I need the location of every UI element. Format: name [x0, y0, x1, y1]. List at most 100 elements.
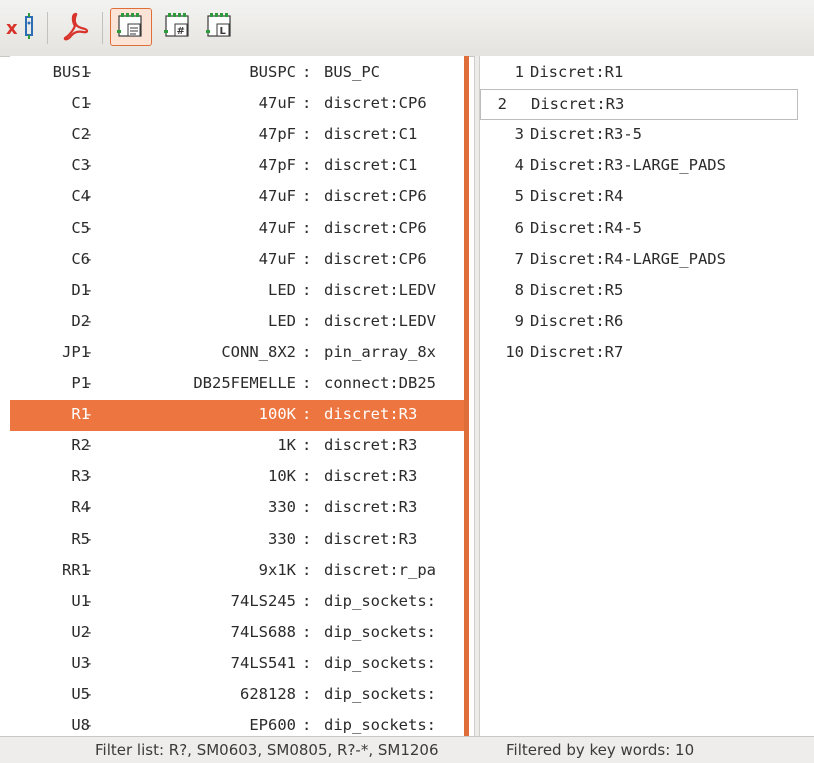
footprint-number: 2 — [497, 95, 507, 114]
footprint-row[interactable]: 9 Discret:R6 — [480, 307, 814, 338]
component-row[interactable]: R5-330: discret:R3 — [10, 525, 468, 556]
toolbar-separator — [47, 12, 48, 44]
component-value: 330 — [268, 529, 296, 548]
component-value: 47pF — [258, 156, 296, 175]
component-row[interactable]: JP1- CONN_8X2: pin_array_8x — [10, 338, 468, 369]
component-value: 9x1K — [258, 560, 296, 579]
component-colon: : — [302, 374, 312, 392]
filter-by-pin-count-button[interactable]: # — [158, 8, 198, 46]
component-row[interactable]: D1- LED: discret:LEDV — [10, 276, 468, 307]
pdf-icon — [63, 12, 89, 41]
component-footprint: discret:R3 — [324, 529, 418, 548]
footprint-name: Discret:R5 — [530, 280, 624, 299]
footprint-row[interactable]: 2 Discret:R3 — [480, 89, 798, 121]
component-dash: - — [84, 436, 94, 455]
footprint-name: Discret:R3 — [531, 95, 625, 114]
svg-text:L: L — [220, 26, 227, 37]
footprint-name: Discret:R3-5 — [530, 125, 642, 144]
component-colon: : — [302, 125, 312, 144]
footprint-number: 8 — [514, 280, 524, 299]
component-row[interactable]: BUS1- BUSPC: BUS_PC — [10, 58, 468, 89]
filter-by-pin-count-icon: # — [164, 13, 189, 37]
footprint-number: 9 — [514, 311, 524, 330]
footprint-row[interactable]: 10 Discret:R7 — [480, 338, 814, 369]
component-footprint: discret:C1 — [324, 125, 418, 144]
component-value: DB25FEMELLE — [193, 374, 296, 392]
component-row[interactable]: C6-47uF: discret:CP6 — [10, 245, 468, 276]
component-value: 330 — [268, 498, 296, 517]
footprint-name: Discret:R4-5 — [530, 218, 642, 237]
footprint-row[interactable]: 1 Discret:R1 — [480, 58, 814, 89]
component-row[interactable]: C2-47pF: discret:C1 — [10, 120, 468, 151]
component-value: CONN_8X2 — [221, 342, 296, 361]
component-value: LED — [268, 311, 296, 330]
status-bar: Filter list: R?, SM0603, SM0805, R?-*, S… — [0, 736, 814, 763]
component-row[interactable]: RR1-9x1K: discret:r_pa — [10, 556, 468, 587]
component-footprint: connect:DB25 — [324, 374, 436, 392]
component-dash: - — [84, 498, 94, 517]
component-row[interactable]: U2-74LS688: dip_sockets: — [10, 618, 468, 649]
footprint-row[interactable]: 4 Discret:R3-LARGE_PADS — [480, 151, 814, 182]
component-dash: - — [84, 685, 94, 703]
footprint-row[interactable]: 5 Discret:R4 — [480, 182, 814, 213]
component-row[interactable]: C1-47uF: discret:CP6 — [10, 89, 468, 120]
component-value: 1K — [277, 436, 296, 455]
filter-by-keywords-button[interactable] — [110, 8, 152, 46]
filter-by-library-button[interactable]: L — [200, 8, 240, 46]
component-value: EP600 — [249, 716, 296, 735]
component-row[interactable]: U1-74LS245: dip_sockets: — [10, 587, 468, 618]
component-row[interactable]: C3-47pF: discret:C1 — [10, 151, 468, 182]
component-dash: - — [84, 716, 94, 735]
component-colon: : — [302, 187, 312, 206]
component-footprint: dip_sockets: — [324, 653, 436, 672]
component-footprint: dip_sockets: — [324, 622, 436, 641]
components-scrollbar[interactable] — [464, 56, 469, 736]
footprint-row[interactable]: 6 Discret:R4-5 — [480, 214, 814, 245]
component-row[interactable]: R4-330: discret:R3 — [10, 493, 468, 524]
component-value: 47uF — [258, 218, 296, 237]
component-row[interactable]: R1-100K: discret:R3 — [10, 400, 468, 432]
component-dash: - — [84, 342, 94, 361]
component-colon: : — [302, 405, 312, 424]
component-footprint: discret:CP6 — [324, 94, 427, 113]
component-row[interactable]: U5-628128: dip_sockets: — [10, 680, 468, 711]
component-footprint: discret:LEDV — [324, 280, 436, 299]
components-list[interactable]: BUS1- BUSPC: BUS_PC C1-47uF: discret:CP6 C2-4… — [10, 56, 468, 736]
component-row[interactable]: U8- EP600: dip_sockets: — [10, 711, 468, 736]
component-colon: : — [302, 311, 312, 330]
component-colon: : — [302, 218, 312, 237]
component-footprint: discret:R3 — [324, 498, 418, 517]
component-colon: : — [302, 156, 312, 175]
component-value: 74LS245 — [230, 591, 296, 610]
component-row[interactable]: C5-47uF: discret:CP6 — [10, 214, 468, 245]
footprints-list[interactable]: 1 Discret:R1 2 Discret:R3 3 Discret:R3-5 4 Disc… — [480, 56, 814, 736]
footprint-number: 3 — [514, 125, 524, 144]
pdf-button[interactable] — [56, 8, 96, 46]
component-colon: : — [302, 436, 312, 455]
component-footprint: discret:R3 — [324, 436, 418, 455]
component-colon: : — [302, 498, 312, 517]
component-row[interactable]: C4-47uF: discret:CP6 — [10, 182, 468, 213]
component-row[interactable]: D2- LED: discret:LEDV — [10, 307, 468, 338]
footprint-number: 10 — [505, 342, 524, 361]
component-dash: - — [84, 156, 94, 175]
footprint-name: Discret:R7 — [530, 342, 624, 361]
component-colon: : — [302, 716, 312, 735]
footprint-row[interactable]: 8 Discret:R5 — [480, 276, 814, 307]
component-row[interactable]: U3-74LS541: dip_sockets: — [10, 649, 468, 680]
component-footprint: discret:R3 — [324, 405, 418, 424]
component-row[interactable]: P1- DB25FEMELLE: connect:DB25 — [10, 369, 468, 400]
footprint-row[interactable]: 7 Discret:R4-LARGE_PADS — [480, 245, 814, 276]
footprint-number: 7 — [514, 249, 524, 268]
status-filtered-count: Filtered by key words: 10 — [506, 741, 695, 759]
component-row[interactable]: R2-1K: discret:R3 — [10, 431, 468, 462]
component-dash: - — [84, 653, 94, 672]
component-colon: : — [302, 94, 312, 113]
component-footprint: discret:CP6 — [324, 187, 427, 206]
footprint-row[interactable]: 3 Discret:R3-5 — [480, 120, 814, 151]
component-colon: : — [302, 342, 312, 361]
component-dash: - — [84, 94, 94, 113]
component-dash: - — [84, 374, 94, 392]
export-netlist-button[interactable]: x — [0, 8, 44, 46]
component-row[interactable]: R3-10K: discret:R3 — [10, 462, 468, 493]
